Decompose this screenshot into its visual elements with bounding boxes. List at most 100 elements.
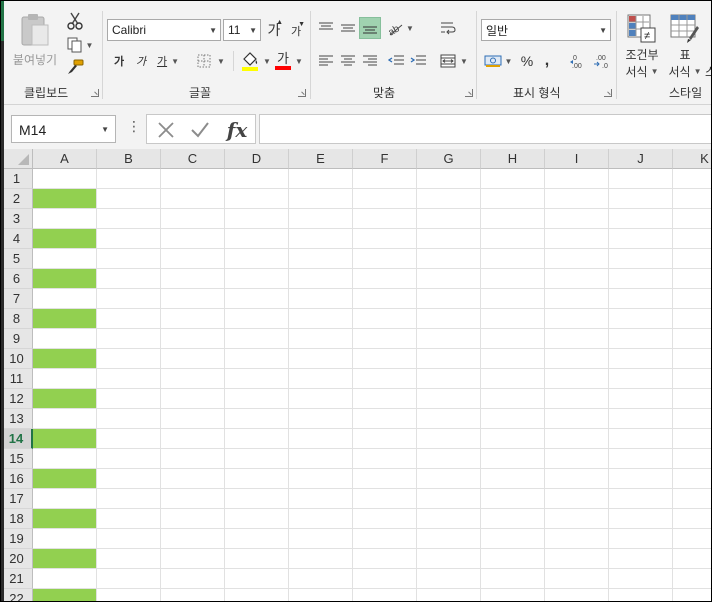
cell-a7[interactable] — [33, 289, 97, 309]
cell-j4[interactable] — [609, 229, 673, 249]
cell-k2[interactable] — [673, 189, 711, 209]
cell-i6[interactable] — [545, 269, 609, 289]
cell-f18[interactable] — [353, 509, 417, 529]
row-header-18[interactable]: 18 — [1, 509, 33, 529]
cell-h6[interactable] — [481, 269, 545, 289]
align-left-button[interactable] — [315, 51, 337, 71]
cell-i20[interactable] — [545, 549, 609, 569]
cell-j12[interactable] — [609, 389, 673, 409]
cell-h11[interactable] — [481, 369, 545, 389]
cell-g8[interactable] — [417, 309, 481, 329]
cell-e16[interactable] — [289, 469, 353, 489]
cell-a21[interactable] — [33, 569, 97, 589]
cell-i1[interactable] — [545, 169, 609, 189]
cell-e9[interactable] — [289, 329, 353, 349]
row-header-5[interactable]: 5 — [1, 249, 33, 269]
cell-g20[interactable] — [417, 549, 481, 569]
cell-b6[interactable] — [97, 269, 161, 289]
cell-j19[interactable] — [609, 529, 673, 549]
cell-d18[interactable] — [225, 509, 289, 529]
cell-c16[interactable] — [161, 469, 225, 489]
cell-h21[interactable] — [481, 569, 545, 589]
cell-f4[interactable] — [353, 229, 417, 249]
cell-b15[interactable] — [97, 449, 161, 469]
cell-h16[interactable] — [481, 469, 545, 489]
cell-b5[interactable] — [97, 249, 161, 269]
cell-h4[interactable] — [481, 229, 545, 249]
select-all-button[interactable] — [1, 149, 33, 169]
cell-c15[interactable] — [161, 449, 225, 469]
cell-h20[interactable] — [481, 549, 545, 569]
cell-k15[interactable] — [673, 449, 711, 469]
cell-i2[interactable] — [545, 189, 609, 209]
column-header-b[interactable]: B — [97, 149, 161, 169]
cell-i10[interactable] — [545, 349, 609, 369]
cell-j1[interactable] — [609, 169, 673, 189]
cell-j6[interactable] — [609, 269, 673, 289]
cell-g10[interactable] — [417, 349, 481, 369]
cell-i21[interactable] — [545, 569, 609, 589]
cell-b20[interactable] — [97, 549, 161, 569]
column-header-a[interactable]: A — [33, 149, 97, 169]
row-header-4[interactable]: 4 — [1, 229, 33, 249]
cell-a19[interactable] — [33, 529, 97, 549]
column-header-h[interactable]: H — [481, 149, 545, 169]
cell-a5[interactable] — [33, 249, 97, 269]
cell-d15[interactable] — [225, 449, 289, 469]
font-dialog-launcher[interactable] — [298, 89, 306, 97]
cell-f14[interactable] — [353, 429, 417, 449]
cell-g4[interactable] — [417, 229, 481, 249]
top-align-button[interactable] — [315, 17, 337, 39]
cell-f6[interactable] — [353, 269, 417, 289]
copy-button[interactable]: ▼ — [65, 35, 95, 55]
cell-i7[interactable] — [545, 289, 609, 309]
cell-f7[interactable] — [353, 289, 417, 309]
column-header-g[interactable]: G — [417, 149, 481, 169]
cell-e7[interactable] — [289, 289, 353, 309]
cell-i3[interactable] — [545, 209, 609, 229]
cell-i5[interactable] — [545, 249, 609, 269]
alignment-dialog-launcher[interactable] — [465, 89, 473, 97]
cell-d19[interactable] — [225, 529, 289, 549]
cell-a1[interactable] — [33, 169, 97, 189]
italic-button[interactable]: 가 — [131, 51, 151, 71]
cell-d14[interactable] — [225, 429, 289, 449]
cell-k9[interactable] — [673, 329, 711, 349]
cell-h12[interactable] — [481, 389, 545, 409]
font-name-combo[interactable]: Calibri ▼ — [107, 19, 221, 41]
number-format-combo[interactable]: 일반 ▼ — [481, 19, 611, 41]
cell-b14[interactable] — [97, 429, 161, 449]
cell-d9[interactable] — [225, 329, 289, 349]
cell-e4[interactable] — [289, 229, 353, 249]
cell-h3[interactable] — [481, 209, 545, 229]
cell-k12[interactable] — [673, 389, 711, 409]
cell-k4[interactable] — [673, 229, 711, 249]
accounting-format-button[interactable]: ▼ — [481, 51, 515, 71]
cell-j15[interactable] — [609, 449, 673, 469]
cell-h15[interactable] — [481, 449, 545, 469]
decrease-decimal-button[interactable]: .00 .0 — [591, 51, 613, 71]
cell-k7[interactable] — [673, 289, 711, 309]
cell-c11[interactable] — [161, 369, 225, 389]
cell-g19[interactable] — [417, 529, 481, 549]
cell-h22[interactable] — [481, 589, 545, 601]
align-right-button[interactable] — [359, 51, 381, 71]
cell-a4[interactable] — [33, 229, 97, 249]
cell-e18[interactable] — [289, 509, 353, 529]
cell-g7[interactable] — [417, 289, 481, 309]
cell-g13[interactable] — [417, 409, 481, 429]
cell-b9[interactable] — [97, 329, 161, 349]
cell-c7[interactable] — [161, 289, 225, 309]
row-header-11[interactable]: 11 — [1, 369, 33, 389]
bold-button[interactable]: 가 — [109, 51, 129, 71]
decrease-font-size-button[interactable]: 가 ▼ — [287, 21, 305, 41]
cell-c20[interactable] — [161, 549, 225, 569]
cell-e10[interactable] — [289, 349, 353, 369]
cell-f10[interactable] — [353, 349, 417, 369]
row-header-17[interactable]: 17 — [1, 489, 33, 509]
cell-h14[interactable] — [481, 429, 545, 449]
cell-k16[interactable] — [673, 469, 711, 489]
cell-b1[interactable] — [97, 169, 161, 189]
cell-c2[interactable] — [161, 189, 225, 209]
cell-k17[interactable] — [673, 489, 711, 509]
